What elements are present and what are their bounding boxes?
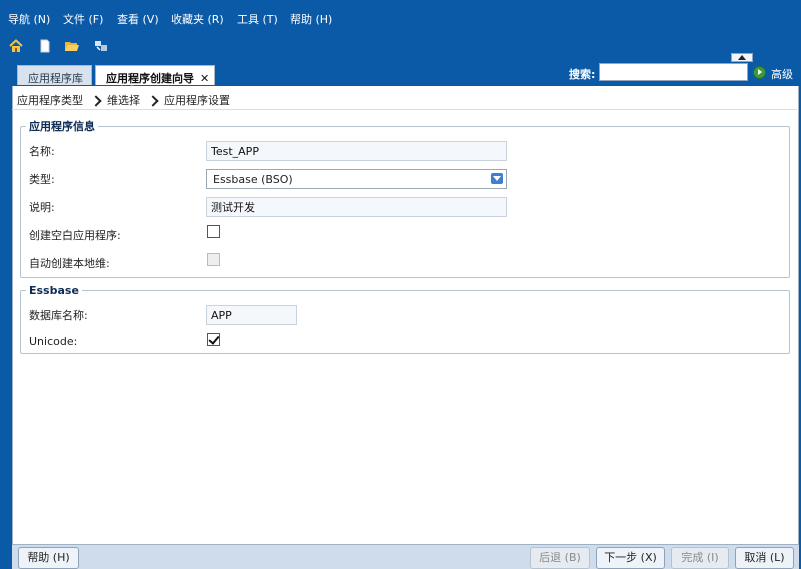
search-input[interactable] bbox=[599, 63, 748, 81]
divider bbox=[12, 109, 797, 110]
back-button[interactable]: 后退 (B) bbox=[530, 547, 590, 569]
auto-dim-checkbox[interactable] bbox=[207, 253, 220, 266]
help-button[interactable]: 帮助 (H) bbox=[18, 547, 79, 569]
menu-file[interactable]: 文件 (F) bbox=[63, 11, 103, 27]
app-info-legend: 应用程序信息 bbox=[29, 120, 95, 133]
blank-app-checkbox[interactable] bbox=[207, 225, 220, 238]
description-label: 说明: bbox=[29, 201, 55, 214]
menu-bar: 导航 (N) 文件 (F) 查看 (V) 收藏夹 (R) 工具 (T) 帮助 (… bbox=[0, 0, 801, 34]
app-name-field[interactable] bbox=[206, 141, 507, 161]
menu-view[interactable]: 查看 (V) bbox=[117, 11, 159, 27]
name-label: 名称: bbox=[29, 145, 55, 158]
toolbar: 浏览 bbox=[0, 34, 801, 87]
tab-label: 应用程序创建向导 bbox=[106, 72, 194, 85]
tab-label: 应用程序库 bbox=[28, 72, 83, 85]
unicode-label: Unicode: bbox=[29, 335, 78, 348]
new-document-icon[interactable] bbox=[37, 38, 53, 54]
app-type-select[interactable]: Essbase (BSO) bbox=[206, 169, 507, 189]
type-label: 类型: bbox=[29, 173, 55, 186]
database-name-label: 数据库名称: bbox=[29, 309, 88, 322]
close-icon[interactable]: ✕ bbox=[200, 72, 209, 85]
tab-application-library[interactable]: 应用程序库 bbox=[17, 65, 92, 85]
menu-navigate[interactable]: 导航 (N) bbox=[8, 11, 50, 27]
menu-favorites[interactable]: 收藏夹 (R) bbox=[171, 11, 224, 27]
chevron-right-icon bbox=[90, 95, 102, 107]
advanced-search-icon[interactable] bbox=[753, 66, 766, 79]
browse-icon[interactable] bbox=[93, 38, 109, 54]
app-type-value: Essbase (BSO) bbox=[213, 173, 293, 186]
chevron-down-icon[interactable] bbox=[491, 173, 503, 184]
tab-application-wizard[interactable]: 应用程序创建向导 ✕ bbox=[95, 65, 215, 85]
cancel-button[interactable]: 取消 (L) bbox=[735, 547, 794, 569]
database-name-field[interactable] bbox=[206, 305, 297, 325]
unicode-checkbox[interactable] bbox=[207, 333, 220, 346]
auto-dim-label: 自动创建本地维: bbox=[29, 257, 110, 270]
essbase-group: Essbase bbox=[20, 284, 790, 354]
finish-button[interactable]: 完成 (I) bbox=[671, 547, 729, 569]
next-button[interactable]: 下一步 (X) bbox=[596, 547, 665, 569]
breadcrumb-step-dimensions[interactable]: 维选择 bbox=[107, 92, 140, 108]
search-label: 搜索: bbox=[569, 68, 596, 81]
description-field[interactable] bbox=[206, 197, 507, 217]
breadcrumb-step-app-type[interactable]: 应用程序类型 bbox=[17, 92, 83, 108]
open-folder-icon[interactable] bbox=[64, 38, 80, 54]
home-icon[interactable] bbox=[8, 38, 24, 54]
blank-app-label: 创建空白应用程序: bbox=[29, 229, 121, 242]
menu-help[interactable]: 帮助 (H) bbox=[290, 11, 332, 27]
essbase-legend: Essbase bbox=[29, 284, 79, 297]
breadcrumb-step-app-settings[interactable]: 应用程序设置 bbox=[164, 92, 230, 108]
collapse-header-button[interactable] bbox=[731, 53, 753, 62]
menu-tools[interactable]: 工具 (T) bbox=[237, 11, 278, 27]
advanced-search-link[interactable]: 高级 bbox=[771, 66, 793, 82]
chevron-right-icon bbox=[147, 95, 159, 107]
breadcrumb: 应用程序类型 维选择 应用程序设置 bbox=[17, 92, 230, 108]
